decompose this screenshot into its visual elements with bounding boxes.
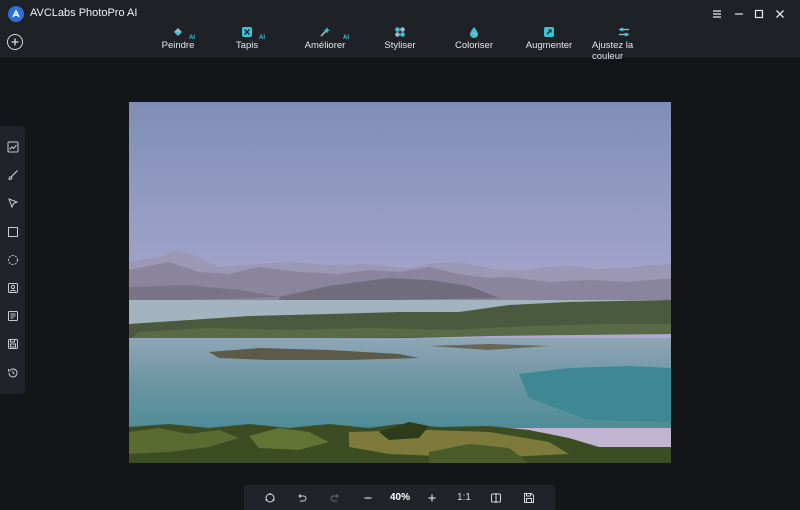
colorize-drop-icon	[470, 27, 478, 38]
add-image-button[interactable]	[7, 34, 23, 50]
tool-label: Peindre	[161, 40, 195, 51]
tool-ameliorer[interactable]: Améliorer AI	[285, 26, 365, 56]
undo-icon[interactable]	[295, 490, 309, 505]
menu-icon[interactable]	[708, 5, 726, 23]
tool-label: Augmenter	[525, 40, 573, 51]
person-icon[interactable]	[6, 281, 20, 295]
plus-icon	[11, 38, 19, 46]
tool-augmenter[interactable]: Augmenter	[509, 26, 589, 56]
minimize-icon[interactable]	[730, 5, 748, 23]
compare-icon[interactable]	[489, 490, 503, 505]
tool-label: Coloriser	[454, 40, 493, 51]
reset-icon[interactable]	[263, 490, 277, 505]
tool-label: Améliorer	[304, 40, 346, 51]
image-adjust-icon[interactable]	[6, 140, 20, 154]
bottom-toolbar: 40% 1:1	[244, 485, 555, 510]
tool-label: Tapis	[235, 40, 259, 51]
ai-badge: AI	[259, 35, 265, 41]
actual-size-button[interactable]: 1:1	[456, 490, 472, 505]
tool-label-line1: Ajustez la	[592, 40, 634, 51]
upscale-icon	[544, 27, 554, 37]
tool-coloriser[interactable]: Coloriser	[434, 26, 514, 56]
left-tool-panel	[0, 126, 25, 394]
tool-ajustez-couleur[interactable]: Ajustez la couleur	[584, 26, 664, 62]
zoom-level: 40%	[389, 492, 410, 503]
ai-badge: AI	[189, 35, 195, 41]
close-icon[interactable]	[771, 5, 789, 23]
main-toolbar: Peindre AI Tapis AI Améliorer AI Stylise…	[0, 26, 800, 62]
paint-bucket-icon	[174, 28, 182, 36]
history-icon[interactable]	[6, 366, 20, 380]
save-layer-icon[interactable]	[6, 337, 20, 351]
tool-peindre[interactable]: Peindre AI	[138, 26, 218, 56]
zoom-out-icon[interactable]	[361, 490, 375, 505]
enhance-wand-icon	[320, 27, 331, 37]
maximize-icon[interactable]	[750, 5, 768, 23]
app-title: AVCLabs PhotoPro AI	[30, 7, 138, 19]
redo-icon[interactable]	[328, 490, 342, 505]
brush-icon[interactable]	[6, 168, 20, 182]
pattern-icon	[242, 27, 252, 37]
object-icon[interactable]	[6, 309, 20, 323]
tool-styliser[interactable]: Styliser	[360, 26, 440, 56]
photo-canvas[interactable]	[129, 102, 671, 463]
select-arrow-icon[interactable]	[6, 196, 20, 210]
save-icon[interactable]	[522, 490, 536, 505]
title-bar: AVCLabs PhotoPro AI	[0, 0, 800, 28]
app-logo-icon	[8, 6, 24, 22]
zoom-in-icon[interactable]	[425, 490, 439, 505]
lasso-icon[interactable]	[6, 253, 20, 267]
tool-tapis[interactable]: Tapis AI	[207, 26, 287, 56]
style-grid-icon	[395, 27, 405, 37]
sliders-icon	[619, 27, 629, 37]
ai-badge: AI	[343, 35, 349, 41]
rectangle-select-icon[interactable]	[6, 225, 20, 239]
tool-label: Styliser	[384, 40, 416, 51]
landscape-image	[129, 102, 671, 463]
